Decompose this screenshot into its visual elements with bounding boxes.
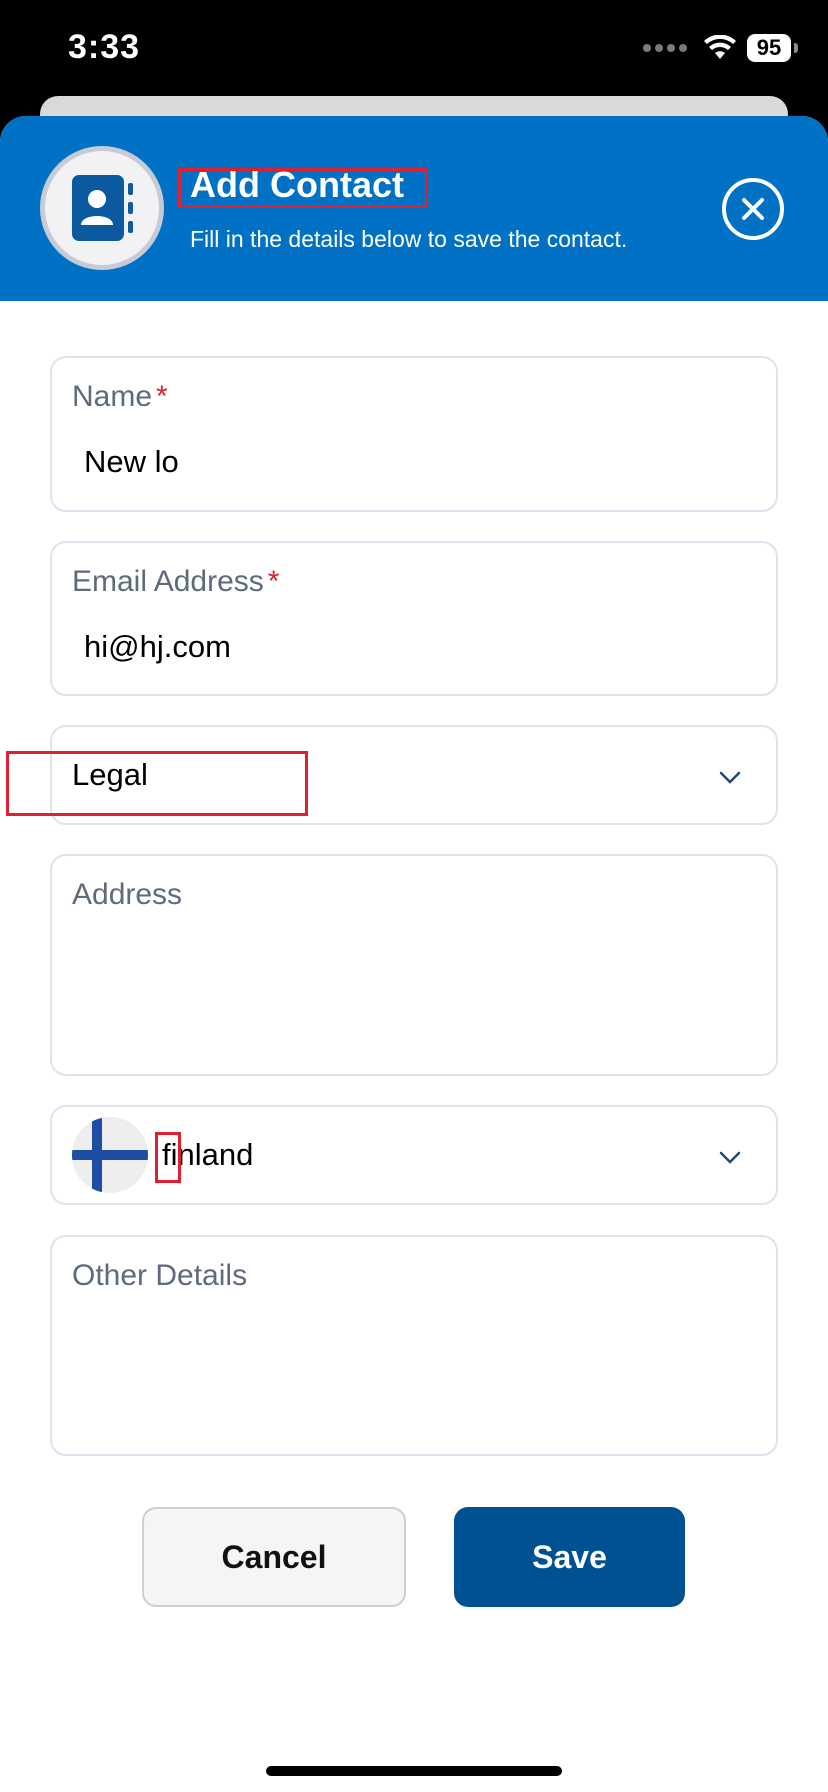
home-indicator[interactable] xyxy=(266,1766,562,1776)
battery-icon: 95 xyxy=(747,34,798,62)
modal-subtitle: Fill in the details below to save the co… xyxy=(190,226,628,252)
address-input[interactable]: Address xyxy=(72,878,182,912)
battery-level: 95 xyxy=(747,34,791,62)
name-label: Name * xyxy=(72,380,168,413)
status-time: 3:33 xyxy=(68,28,141,66)
cancel-button[interactable]: Cancel xyxy=(142,1507,406,1607)
email-input[interactable]: hi@hj.com xyxy=(84,629,231,665)
chevron-down-icon xyxy=(719,1151,741,1164)
name-input[interactable]: New lo xyxy=(84,444,179,480)
save-button[interactable]: Save xyxy=(454,1507,685,1607)
wifi-icon xyxy=(704,35,736,59)
contact-book-icon xyxy=(40,146,164,270)
category-dropdown[interactable]: Legal xyxy=(50,725,778,825)
close-button[interactable] xyxy=(722,178,784,240)
cellular-signal-icon xyxy=(643,44,687,52)
email-label: Email Address * xyxy=(72,565,280,598)
app-screen: 3:33 95 Add Contact Fill in the details … xyxy=(0,0,828,1792)
other-details-field[interactable]: Other Details xyxy=(50,1235,778,1456)
finland-flag-icon xyxy=(72,1117,148,1193)
country-selected: finland xyxy=(162,1137,254,1172)
status-bar: 3:33 95 xyxy=(0,0,828,100)
country-dropdown[interactable]: finland xyxy=(50,1105,778,1205)
add-contact-modal: Add Contact Fill in the details below to… xyxy=(0,116,828,1792)
address-field[interactable]: Address xyxy=(50,854,778,1076)
status-icons: 95 xyxy=(643,34,798,62)
category-selected: Legal xyxy=(72,757,148,792)
email-field[interactable]: Email Address * hi@hj.com xyxy=(50,541,778,696)
close-circle-icon xyxy=(742,198,764,220)
chevron-down-icon xyxy=(719,771,741,784)
modal-header: Add Contact Fill in the details below to… xyxy=(0,116,828,301)
name-field[interactable]: Name * New lo xyxy=(50,356,778,512)
other-details-input[interactable]: Other Details xyxy=(72,1259,247,1293)
title-highlight-box xyxy=(178,168,428,208)
